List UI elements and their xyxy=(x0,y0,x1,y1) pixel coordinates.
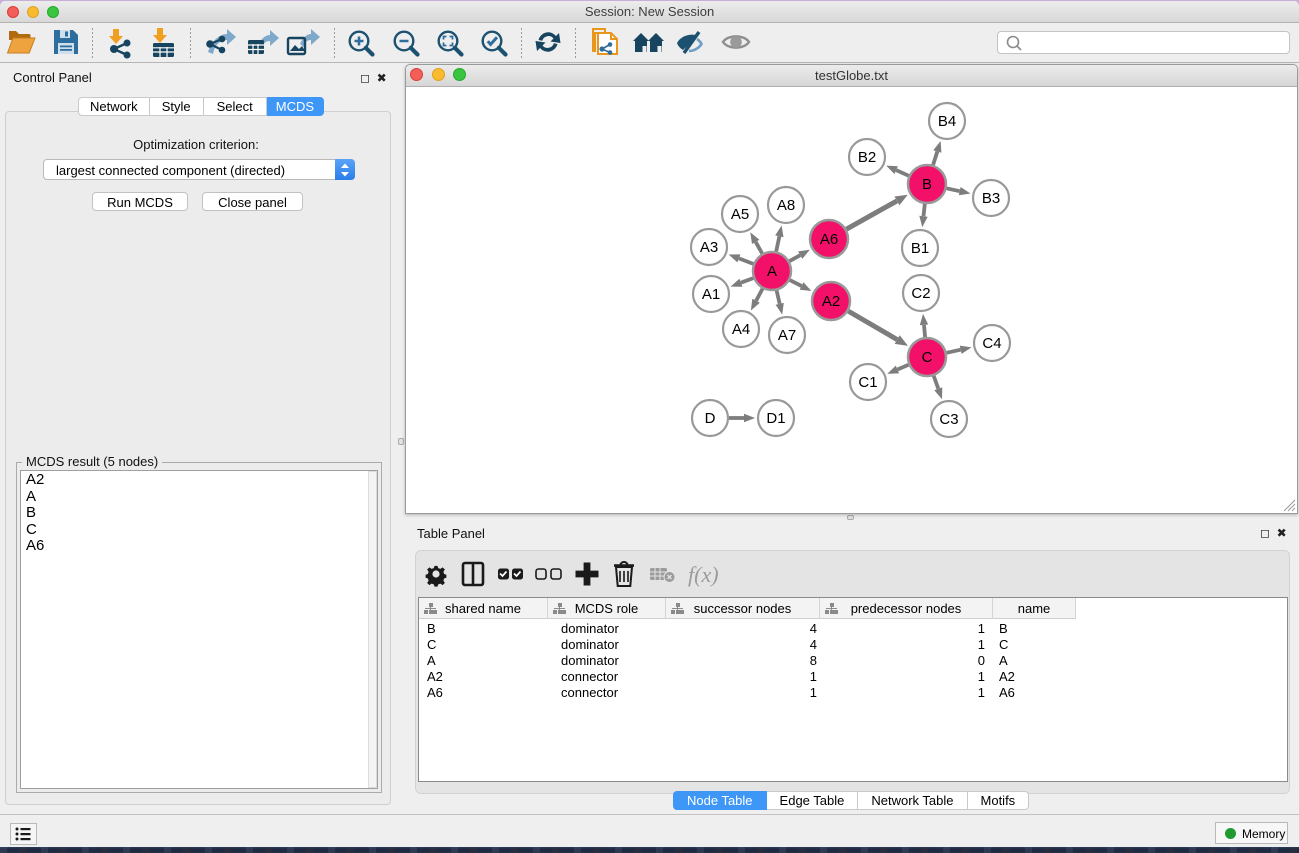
svg-text:D1: D1 xyxy=(766,410,785,427)
svg-text:B: B xyxy=(922,176,932,193)
svg-text:C4: C4 xyxy=(982,335,1001,352)
svg-text:A5: A5 xyxy=(731,206,749,223)
svg-text:B1: B1 xyxy=(911,240,929,257)
svg-text:B4: B4 xyxy=(938,113,956,130)
svg-text:f(x): f(x) xyxy=(688,562,719,587)
svg-text:C2: C2 xyxy=(911,285,930,302)
svg-text:B3: B3 xyxy=(982,190,1000,207)
svg-text:A: A xyxy=(767,263,777,280)
svg-text:A6: A6 xyxy=(820,231,838,248)
svg-text:C1: C1 xyxy=(858,374,877,391)
svg-text:A1: A1 xyxy=(702,286,720,303)
svg-text:A2: A2 xyxy=(822,293,840,310)
svg-text:A4: A4 xyxy=(732,321,750,338)
svg-text:A7: A7 xyxy=(778,327,796,344)
svg-text:D: D xyxy=(705,410,716,427)
svg-text:C3: C3 xyxy=(939,411,958,428)
svg-text:A3: A3 xyxy=(700,239,718,256)
svg-text:B2: B2 xyxy=(858,149,876,166)
svg-text:A8: A8 xyxy=(777,197,795,214)
svg-text:C: C xyxy=(922,349,933,366)
